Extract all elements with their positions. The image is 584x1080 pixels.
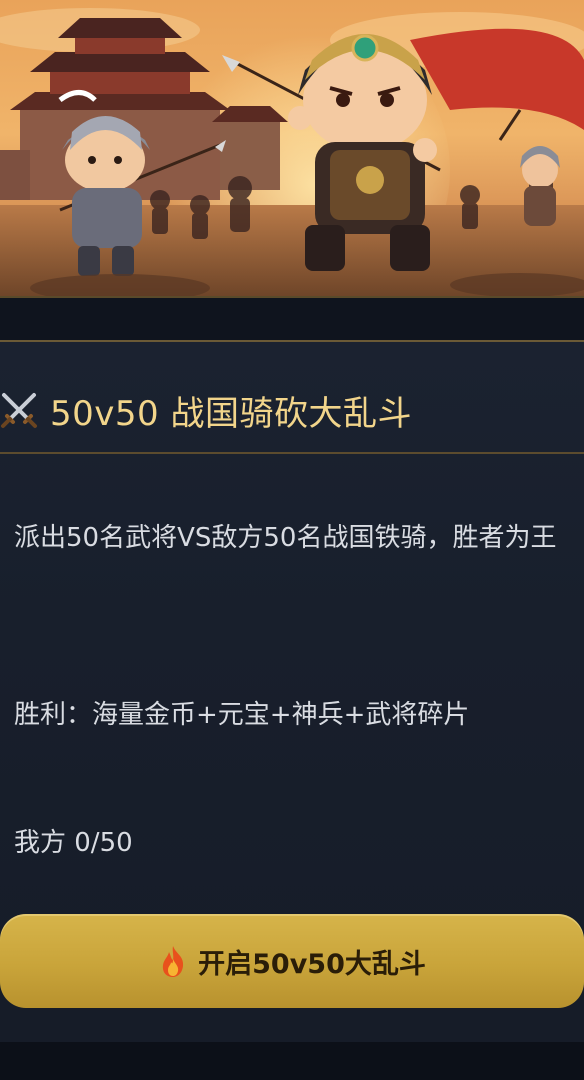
event-reward: 胜利：海量金币+元宝+神兵+武将碎片 bbox=[14, 700, 470, 730]
battle-scene-image bbox=[0, 0, 584, 298]
start-battle-label: 开启50v50大乱斗 bbox=[198, 948, 426, 980]
bottom-strip bbox=[0, 1042, 584, 1080]
section-gap bbox=[0, 298, 584, 340]
event-description: 派出50名武将VS敌方50名战国铁骑，胜者为王 bbox=[14, 523, 557, 553]
fire-icon bbox=[162, 946, 184, 977]
start-battle-button[interactable]: 开启50v50大乱斗 bbox=[0, 914, 584, 1008]
game-event-screen: 50v50 战国骑砍大乱斗 派出50名武将VS敌方50名战国铁骑，胜者为王 胜利… bbox=[0, 0, 584, 1080]
event-card: 50v50 战国骑砍大乱斗 派出50名武将VS敌方50名战国铁骑，胜者为王 胜利… bbox=[0, 340, 584, 1042]
event-title-row: 50v50 战国骑砍大乱斗 bbox=[0, 380, 412, 440]
crossed-swords-icon bbox=[1, 393, 37, 428]
team-count: 我方 0/50 bbox=[14, 828, 133, 858]
hero-banner-illustration bbox=[0, 0, 584, 298]
event-title: 50v50 战国骑砍大乱斗 bbox=[50, 393, 412, 434]
